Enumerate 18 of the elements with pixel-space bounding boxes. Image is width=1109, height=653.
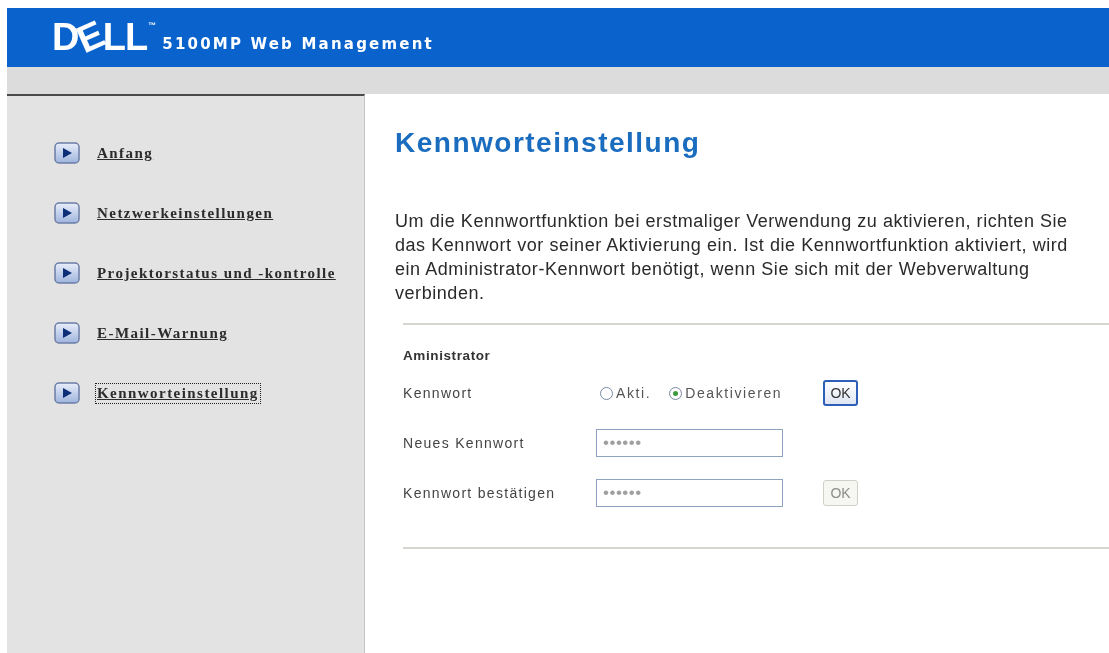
section-title: Aministrator — [403, 348, 492, 363]
radio-label: Deaktivieren — [685, 385, 783, 401]
nav-link[interactable]: Netzwerkeinstellungen — [95, 202, 276, 224]
radio-button[interactable] — [600, 386, 613, 400]
brand-logo: DELL$^{™}$ — [52, 22, 157, 53]
nav-link[interactable]: Anfang — [95, 142, 156, 164]
radio-button[interactable] — [669, 386, 683, 400]
ok-button[interactable]: OK — [823, 380, 858, 406]
nav-link[interactable]: Kennworteinstellung — [95, 382, 261, 404]
field-label: Kennwort — [403, 385, 474, 401]
radio-label: Akti. — [616, 385, 652, 401]
description-text: Um die Kennwortfunktion bei erstmaliger Verwendung zu aktivieren, richten Sie das Kennwort vor seiner Aktivierung ein. Ist die Kennwortfunktion aktiviert, wird ein Administrator-Kennwort benötigt, wenn Sie sich mit der Webverwaltung verbinden. — [395, 210, 1069, 305]
field-label: Neues Kennwort — [403, 435, 526, 451]
nav-link[interactable]: Projektorstatus und -kontrolle — [95, 262, 338, 284]
nav-link[interactable]: E-Mail-Warnung — [95, 322, 231, 344]
app-title: 5100MP Web Management — [162, 36, 434, 52]
field-label: Kennwort bestätigen — [403, 485, 557, 501]
page-title: Kennworteinstellung — [395, 128, 702, 158]
